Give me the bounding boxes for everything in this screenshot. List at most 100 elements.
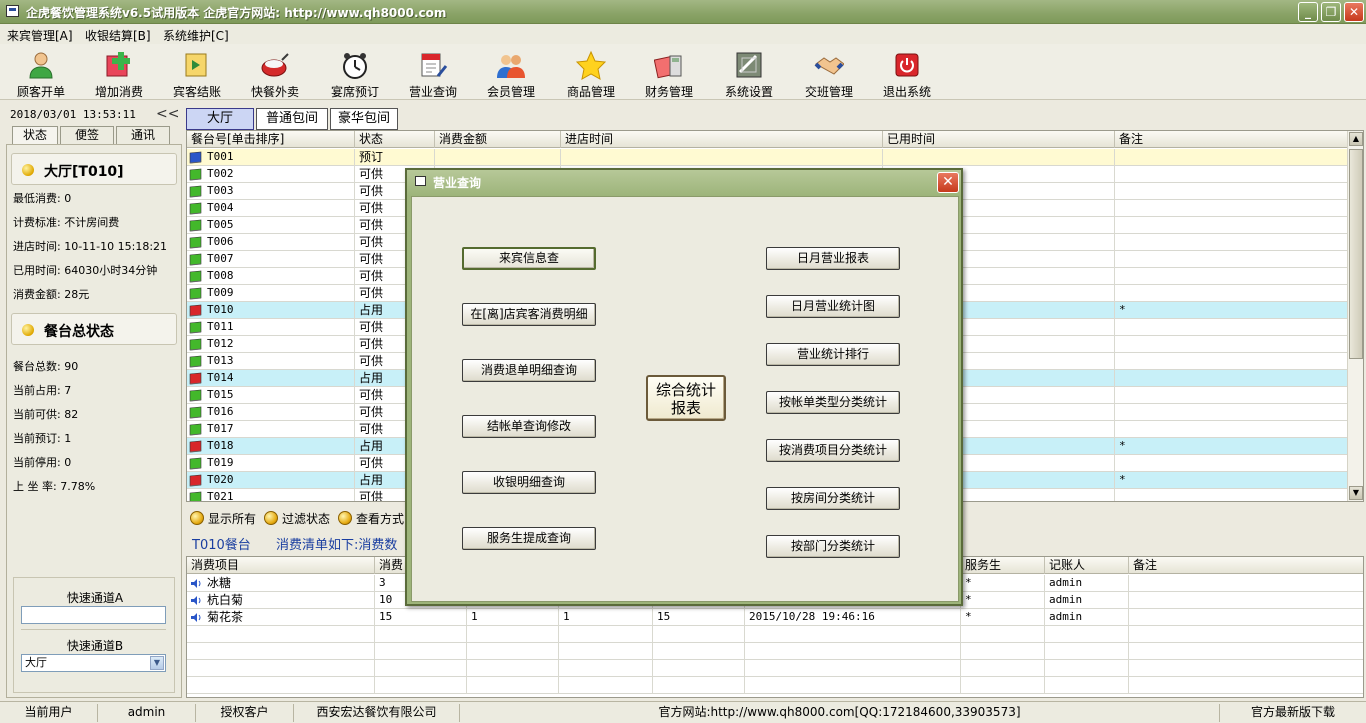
table-flag-icon (189, 253, 203, 266)
quick-b-select[interactable]: 大厅 ▼ (21, 654, 166, 672)
minimize-button[interactable]: _ (1298, 2, 1318, 22)
show-all-label: 显示所有 (208, 512, 257, 526)
grid-cell-note (1115, 319, 1349, 336)
filter-status-button[interactable]: 过滤状态 (264, 510, 330, 527)
grid-scrollbar[interactable]: ▲ ▼ (1347, 131, 1363, 501)
toolbar-label: 宴席预订 (330, 85, 379, 99)
grid-cell-note (1115, 285, 1349, 302)
table-flag-icon (189, 168, 203, 181)
guest-consumption-detail-button[interactable]: 在[离]店宾客消费明细 (462, 303, 596, 326)
download-link[interactable]: 官方最新版下载 (1220, 704, 1366, 722)
consumption-row[interactable]: 菊花茶 15 1 1 15 2015/10/28 19:46:16 * admin (187, 609, 1363, 626)
toolbar-button-3[interactable]: 快餐外卖 (236, 48, 314, 99)
toolbar-button-8[interactable]: 财务管理 (630, 48, 708, 99)
tab-communication[interactable]: 通讯 (116, 126, 170, 145)
toolbar-button-1[interactable]: 增加消费 (80, 48, 158, 99)
menu-system-maintenance[interactable]: 系统维护[C] (163, 27, 229, 44)
restore-button[interactable]: ❐ (1321, 2, 1341, 22)
daily-monthly-report-button[interactable]: 日月营业报表 (766, 247, 900, 270)
tab-status[interactable]: 状态 (12, 126, 58, 145)
consumption-cell-clerk: admin (1045, 575, 1129, 592)
consumption-cell-item: 杭白菊 (187, 592, 375, 609)
quick-a-input[interactable] (21, 606, 166, 624)
grid-cell-status: 预订 (355, 149, 435, 166)
toolbar-button-11[interactable]: 退出系统 (868, 48, 946, 99)
bill-query-edit-button[interactable]: 结帐单查询修改 (462, 415, 596, 438)
table-row[interactable]: T001 预订 (187, 149, 1349, 166)
waiter-commission-query-button[interactable]: 服务生提成查询 (462, 527, 596, 550)
tab-hall[interactable]: 大厅 (186, 108, 254, 130)
grid-cell-note (1115, 489, 1349, 501)
header-table-no[interactable]: 餐台号[单击排序] (187, 131, 355, 148)
collapse-icon[interactable]: << (156, 106, 179, 122)
grid-cell-table-no: T004 (187, 200, 355, 217)
header-remark[interactable]: 备注 (1129, 557, 1363, 574)
title-bar: 企虎餐饮管理系统v6.5试用版本 企虎官方网站: http://www.qh80… (0, 0, 1366, 24)
official-site[interactable]: 官方网站:http://www.qh8000.com[QQ:172184600,… (460, 704, 1220, 722)
consumption-row (187, 660, 1363, 677)
header-waiter[interactable]: 服务生 (961, 557, 1045, 574)
business-ranking-button[interactable]: 营业统计排行 (766, 343, 900, 366)
menu-guest-management[interactable]: 来宾管理[A] (7, 27, 73, 44)
consumption-cell-c3 (467, 677, 559, 694)
header-entry-time[interactable]: 进店时间 (561, 131, 883, 148)
guest-info-query-button[interactable]: 来宾信息查 (462, 247, 596, 270)
consumption-cell-waiter (961, 626, 1045, 643)
consumption-cell-qty (375, 643, 467, 660)
toolbar-button-6[interactable]: 会员管理 (472, 48, 550, 99)
toolbar-button-9[interactable]: 系统设置 (710, 48, 788, 99)
header-item[interactable]: 消费项目 (187, 557, 375, 574)
toolbar-button-10[interactable]: 交班管理 (790, 48, 868, 99)
scroll-thumb[interactable] (1349, 149, 1363, 359)
view-mode-button[interactable]: 查看方式 (338, 510, 404, 527)
table-flag-icon (189, 287, 203, 300)
bill-type-stats-button[interactable]: 按帐单类型分类统计 (766, 391, 900, 414)
toolbar-button-2[interactable]: 宾客结账 (158, 48, 236, 99)
tab-notes[interactable]: 便签 (60, 126, 114, 145)
scroll-down-icon[interactable]: ▼ (1349, 486, 1363, 500)
menu-bar: 来宾管理[A] 收银结算[B] 系统维护[C] (0, 24, 1366, 44)
grid-cell-note: * (1115, 438, 1349, 455)
grid-cell-table-no: T016 (187, 404, 355, 421)
grid-cell-note (1115, 404, 1349, 421)
close-button[interactable]: ✕ (1344, 2, 1364, 22)
header-amount[interactable]: 消费金额 (435, 131, 561, 148)
toolbar-button-5[interactable]: 营业查询 (394, 48, 472, 99)
consumption-cell-clerk: admin (1045, 592, 1129, 609)
toolbar-button-4[interactable]: 宴席预订 (316, 48, 394, 99)
comprehensive-report-button[interactable]: 综合统计 报表 (646, 375, 726, 421)
toolbar: 顾客开单 增加消费 宾客结账 快餐外卖 宴席预订 营业查询 会员管理 商品管理 财务管理 系统设置… (0, 44, 1366, 100)
toolbar-label: 顾客开单 (16, 85, 65, 99)
grid-cell-table-no: T021 (187, 489, 355, 501)
header-note[interactable]: 备注 (1115, 131, 1349, 148)
toolbar-button-0[interactable]: 顾客开单 (2, 48, 80, 99)
consumption-cell-item (187, 626, 375, 643)
header-clerk[interactable]: 记账人 (1045, 557, 1129, 574)
dialog-body: 来宾信息查 在[离]店宾客消费明细 消费退单明细查询 结帐单查询修改 收银明细查… (411, 196, 959, 602)
header-elapsed[interactable]: 已用时间 (883, 131, 1115, 148)
grid-cell-table-no: T012 (187, 336, 355, 353)
summary-title: 餐台总状态 (44, 324, 114, 340)
refund-detail-query-button[interactable]: 消费退单明细查询 (462, 359, 596, 382)
room-category-stats-button[interactable]: 按房间分类统计 (766, 487, 900, 510)
table-flag-icon (189, 321, 203, 334)
scroll-up-icon[interactable]: ▲ (1349, 132, 1363, 146)
dialog-close-button[interactable]: ✕ (937, 172, 959, 193)
daily-monthly-chart-button[interactable]: 日月营业统计图 (766, 295, 900, 318)
toolbar-label: 营业查询 (408, 85, 457, 99)
customer-icon (26, 50, 56, 80)
chevron-down-icon[interactable]: ▼ (150, 656, 164, 670)
toolbar-button-7[interactable]: 商品管理 (552, 48, 630, 99)
consumption-cell-waiter: * (961, 592, 1045, 609)
department-stats-button[interactable]: 按部门分类统计 (766, 535, 900, 558)
comprehensive-report-line2: 报表 (670, 399, 701, 417)
grid-cell-note (1115, 353, 1349, 370)
show-all-button[interactable]: 显示所有 (190, 510, 256, 527)
tab-standard-room[interactable]: 普通包间 (256, 108, 328, 130)
header-status[interactable]: 状态 (355, 131, 435, 148)
toolbar-label: 快餐外卖 (250, 85, 299, 99)
cashier-detail-query-button[interactable]: 收银明细查询 (462, 471, 596, 494)
item-category-stats-button[interactable]: 按消费项目分类统计 (766, 439, 900, 462)
menu-cashier[interactable]: 收银结算[B] (85, 27, 151, 44)
tab-deluxe-room[interactable]: 豪华包间 (330, 108, 398, 130)
